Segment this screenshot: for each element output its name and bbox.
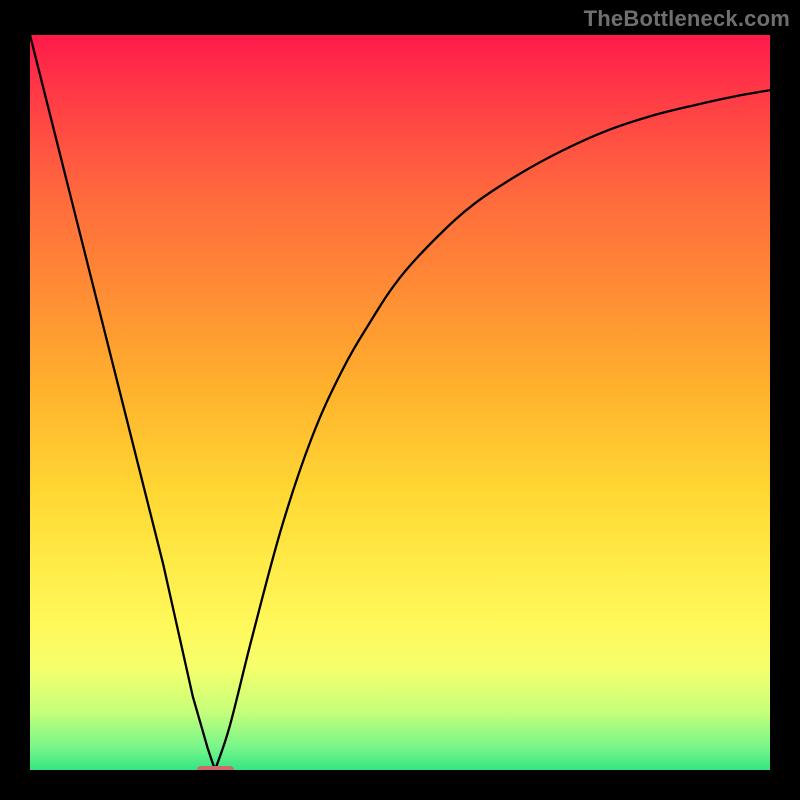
plot-area-wrapper [30,35,770,770]
bottleneck-curve [30,35,770,770]
minimum-marker [197,766,234,770]
attribution-text: TheBottleneck.com [584,6,790,32]
chart-container: TheBottleneck.com [0,0,800,800]
curve-layer [30,35,770,770]
plot-area [30,35,770,770]
